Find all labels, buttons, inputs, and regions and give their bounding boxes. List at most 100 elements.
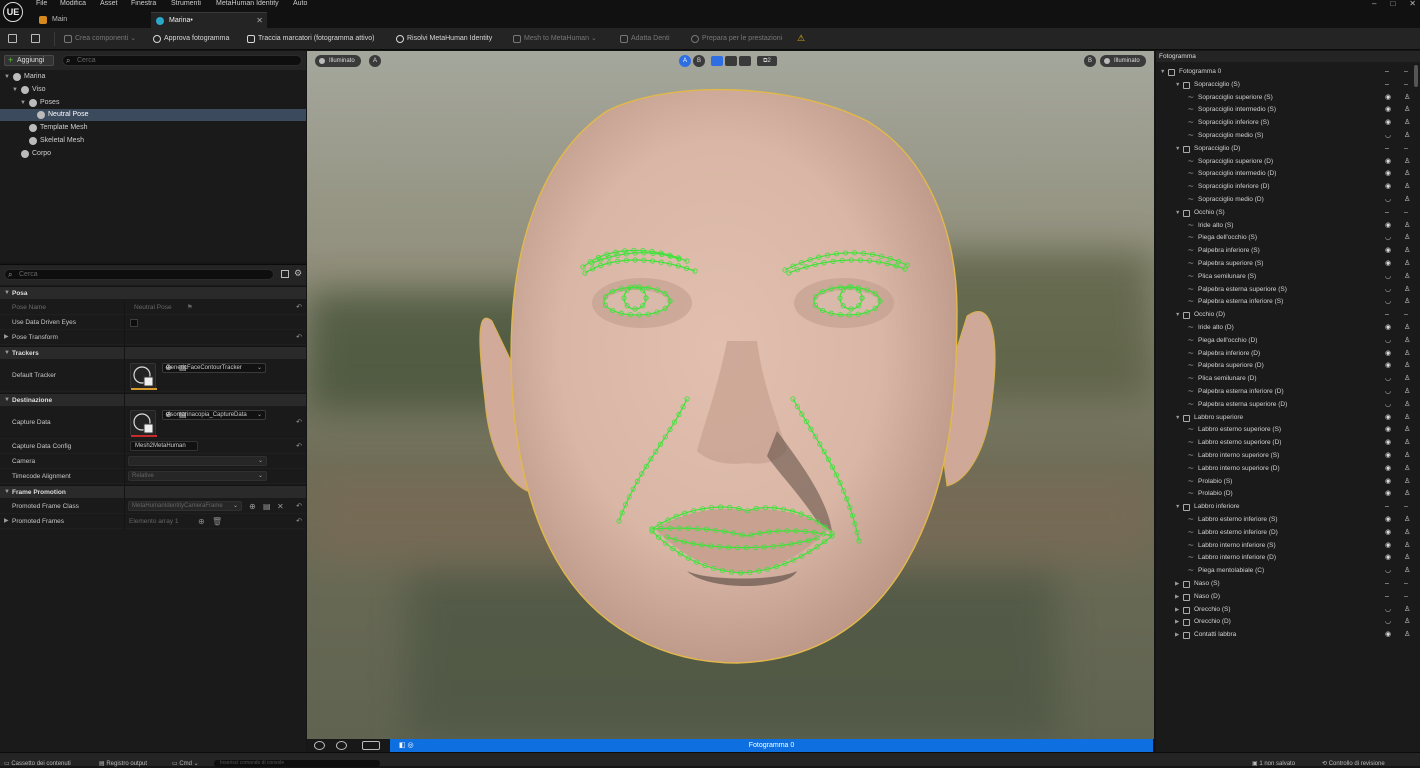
chevron-down-icon[interactable]: ▼ — [4, 71, 11, 83]
use-selected-icon[interactable]: ⊕ — [249, 499, 256, 514]
visibility-mixed-icon[interactable]: – — [1385, 578, 1389, 591]
eye-closed-icon[interactable]: ◡ — [1385, 130, 1391, 143]
eye-closed-icon[interactable]: ◡ — [1385, 194, 1391, 207]
promote-frame-button[interactable]: Approva fotogramma — [153, 33, 229, 45]
lock-mixed-icon[interactable]: – — [1404, 591, 1408, 604]
curve-row-sopracciglio-superiore-d[interactable]: ⁓ Sopracciglio superiore (D) ◉ ♙ — [1156, 156, 1420, 169]
chevron-right-icon[interactable]: ▶ — [1175, 616, 1179, 629]
eye-icon[interactable]: ◉ — [1385, 424, 1391, 437]
eye-icon[interactable]: ◉ — [1385, 117, 1391, 130]
eye-closed-icon[interactable]: ◡ — [1385, 284, 1391, 297]
fit-teeth-button[interactable]: Adatta Denti — [620, 33, 670, 45]
curve-row-plica-semilunare-s[interactable]: ⁓ Plica semilunare (S) ◡ ♙ — [1156, 271, 1420, 284]
menu-file[interactable]: File — [36, 0, 47, 10]
curve-row-piega-dell-occhio-d[interactable]: ⁓ Piega dell'occhio (D) ◡ ♙ — [1156, 335, 1420, 348]
eye-closed-icon[interactable]: ◡ — [1385, 232, 1391, 245]
curve-row-sopracciglio-intermedio-d[interactable]: ⁓ Sopracciglio intermedio (D) ◉ ♙ — [1156, 168, 1420, 181]
lock-icon[interactable]: ♙ — [1404, 437, 1410, 450]
chevron-right-icon[interactable]: ▶ — [1175, 591, 1179, 604]
lock-icon[interactable]: ♙ — [1404, 181, 1410, 194]
add-element-icon[interactable]: ⊕ — [198, 514, 205, 529]
chevron-down-icon[interactable]: ▼ — [12, 84, 19, 96]
visibility-mixed-icon[interactable]: – — [1385, 501, 1389, 514]
lock-icon[interactable]: ♙ — [1404, 450, 1410, 463]
eye-icon[interactable]: ◉ — [1385, 476, 1391, 489]
menu-edit[interactable]: Modifica — [60, 0, 86, 10]
eye-closed-icon[interactable]: ◡ — [1385, 399, 1391, 412]
gear-icon[interactable]: ⚙ — [294, 268, 302, 279]
curve-row-labbro-interno-inferiore-s[interactable]: ⁓ Labbro interno inferiore (S) ◉ ♙ — [1156, 540, 1420, 553]
eye-icon[interactable]: ◉ — [1385, 514, 1391, 527]
eye-icon[interactable]: ◉ — [1385, 488, 1391, 501]
lock-icon[interactable]: ♙ — [1404, 258, 1410, 271]
unreal-logo-icon[interactable]: UE — [3, 2, 23, 22]
lock-icon[interactable]: ♙ — [1404, 488, 1410, 501]
curve-row-labbro-superiore[interactable]: ▼ Labbro superiore ◉ ♙ — [1156, 412, 1420, 425]
menu-metahuman-identity[interactable]: MetaHuman Identity — [216, 0, 279, 10]
lock-mixed-icon[interactable]: – — [1404, 143, 1408, 156]
eye-closed-icon[interactable]: ◡ — [1385, 565, 1391, 578]
eye-icon[interactable]: ◉ — [1385, 322, 1391, 335]
curve-row-labbro-esterno-inferiore-d[interactable]: ⁓ Labbro esterno inferiore (D) ◉ ♙ — [1156, 527, 1420, 540]
curve-row-sopracciglio-d[interactable]: ▼ Sopracciglio (D) – – — [1156, 143, 1420, 156]
curve-row-contatti-labbra[interactable]: ▶ Contatti labbra ◉ ♙ — [1156, 629, 1420, 642]
lock-mixed-icon[interactable]: – — [1404, 207, 1408, 220]
view-b-button[interactable]: B — [1084, 55, 1096, 67]
capture-data-config-field[interactable]: Mesh2MetaHuman — [130, 441, 198, 451]
curve-row-labbro-interno-inferiore-d[interactable]: ⁓ Labbro interno inferiore (D) ◉ ♙ — [1156, 552, 1420, 565]
lock-icon[interactable]: ♙ — [1404, 412, 1410, 425]
lock-mixed-icon[interactable]: – — [1404, 66, 1408, 79]
reset-icon[interactable]: ↶ — [296, 514, 302, 529]
lock-icon[interactable]: ♙ — [1404, 476, 1410, 489]
curve-row-palpebra-inferiore-d[interactable]: ⁓ Palpebra inferiore (D) ◉ ♙ — [1156, 348, 1420, 361]
save-icon[interactable] — [8, 34, 17, 43]
tree-item-marina[interactable]: ▼ Marina — [0, 71, 306, 83]
details-search-input[interactable]: ⌕ Cerca — [4, 269, 274, 280]
curve-row-plica-semilunare-d[interactable]: ⁓ Plica semilunare (D) ◡ ♙ — [1156, 373, 1420, 386]
chevron-right-icon[interactable]: ▶ — [1175, 604, 1179, 617]
track-markers-button[interactable]: Traccia marcatori (fotogramma attivo) — [247, 33, 374, 45]
use-selected-icon[interactable]: ⊕ — [165, 352, 172, 384]
curve-row-occhio-d[interactable]: ▼ Occhio (D) – – — [1156, 309, 1420, 322]
timecode-alignment-dropdown[interactable]: Relative ⌄ — [128, 471, 267, 481]
eye-closed-icon[interactable]: ◡ — [1385, 604, 1391, 617]
menu-asset[interactable]: Asset — [100, 0, 118, 10]
chevron-down-icon[interactable]: ▼ — [1175, 501, 1180, 514]
capture-data-dropdown[interactable]: visomarinacopia_CaptureData ⌄ — [162, 410, 266, 420]
table-view-icon[interactable] — [281, 270, 289, 278]
lock-icon[interactable]: ♙ — [1404, 616, 1410, 629]
eye-icon[interactable]: ◉ — [1385, 463, 1391, 476]
add-frame-icon[interactable] — [314, 741, 325, 750]
chevron-right-icon[interactable]: ▶ — [1175, 578, 1179, 591]
view-mode-left-button[interactable]: Illuminato — [315, 55, 361, 67]
lock-icon[interactable]: ♙ — [1404, 629, 1410, 642]
camera-count-button[interactable]: ⧉2 — [757, 56, 777, 66]
lock-icon[interactable]: ♙ — [1404, 540, 1410, 553]
chevron-down-icon[interactable]: ▼ — [1175, 143, 1180, 156]
eye-closed-icon[interactable]: ◡ — [1385, 271, 1391, 284]
lock-icon[interactable]: ♙ — [1404, 296, 1410, 309]
section-trackers[interactable]: ▼ Trackers — [0, 346, 306, 359]
clear-icon[interactable]: ✕ — [277, 499, 284, 514]
eye-icon[interactable]: ◉ — [1385, 540, 1391, 553]
curve-row-piega-dell-occhio-s[interactable]: ⁓ Piega dell'occhio (S) ◡ ♙ — [1156, 232, 1420, 245]
reset-icon[interactable]: ↶ — [296, 407, 302, 439]
lock-icon[interactable]: ♙ — [1404, 360, 1410, 373]
curve-row-fotogramma-0[interactable]: ▼ Fotogramma 0 – – — [1156, 66, 1420, 79]
eye-icon[interactable]: ◉ — [1385, 412, 1391, 425]
eye-icon[interactable]: ◉ — [1385, 181, 1391, 194]
outliner-search-input[interactable]: ⌕ Cerca — [62, 55, 302, 66]
lock-mixed-icon[interactable]: – — [1404, 501, 1408, 514]
reset-icon[interactable]: ↶ — [296, 330, 302, 345]
lock-icon[interactable]: ♙ — [1404, 130, 1410, 143]
lock-icon[interactable]: ♙ — [1404, 552, 1410, 565]
lock-icon[interactable]: ♙ — [1404, 527, 1410, 540]
chevron-down-icon[interactable]: ▼ — [1175, 412, 1180, 425]
lock-icon[interactable]: ♙ — [1404, 322, 1410, 335]
eye-closed-icon[interactable]: ◡ — [1385, 373, 1391, 386]
mesh-to-metahuman-button[interactable]: Mesh to MetaHuman ⌄ — [513, 33, 597, 45]
lock-mixed-icon[interactable]: – — [1404, 79, 1408, 92]
lock-mixed-icon[interactable]: – — [1404, 309, 1408, 322]
camera-frame-icon[interactable] — [362, 741, 380, 750]
section-destinazione[interactable]: ▼ Destinazione — [0, 393, 306, 406]
